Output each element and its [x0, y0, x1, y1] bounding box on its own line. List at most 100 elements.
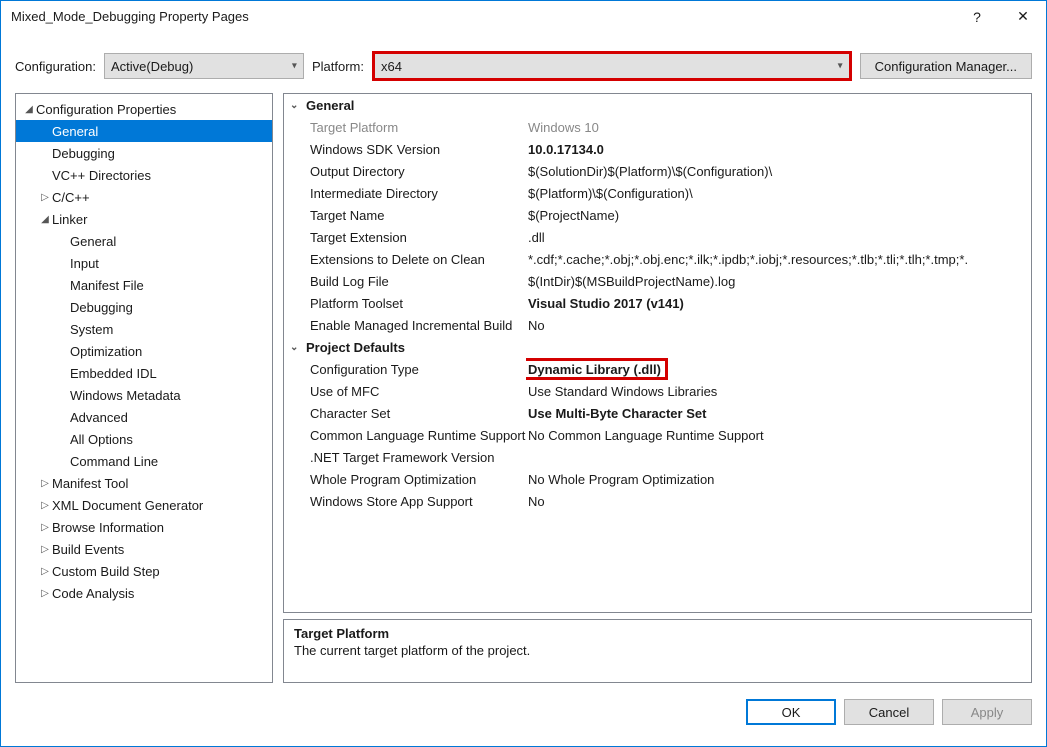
- property-label: Platform Toolset: [284, 296, 526, 311]
- tree-item-label: Embedded IDL: [70, 366, 157, 381]
- tree-item-code-analysis[interactable]: ▷Code Analysis: [16, 582, 272, 604]
- ok-button[interactable]: OK: [746, 699, 836, 725]
- property-row[interactable]: Extensions to Delete on Clean*.cdf;*.cac…: [284, 248, 1031, 270]
- property-value[interactable]: $(ProjectName): [526, 208, 1031, 223]
- window-title: Mixed_Mode_Debugging Property Pages: [11, 9, 954, 24]
- property-row[interactable]: Target Name$(ProjectName): [284, 204, 1031, 226]
- tree-item-xml-document-generator[interactable]: ▷XML Document Generator: [16, 494, 272, 516]
- property-row[interactable]: Intermediate Directory$(Platform)\$(Conf…: [284, 182, 1031, 204]
- tree-item-custom-build-step[interactable]: ▷Custom Build Step: [16, 560, 272, 582]
- main-area: ◢ Configuration Properties General Debugg…: [1, 93, 1046, 693]
- platform-dropdown[interactable]: x64 ▾: [372, 51, 852, 81]
- property-label: Common Language Runtime Support: [284, 428, 526, 443]
- property-row[interactable]: Platform ToolsetVisual Studio 2017 (v141…: [284, 292, 1031, 314]
- apply-button[interactable]: Apply: [942, 699, 1032, 725]
- expand-arrow-icon: ▷: [38, 192, 52, 203]
- property-label: Whole Program Optimization: [284, 472, 526, 487]
- description-panel: Target Platform The current target platf…: [283, 619, 1032, 683]
- configuration-dropdown[interactable]: Active(Debug) ▾: [104, 53, 304, 79]
- config-toolbar: Configuration: Active(Debug) ▾ Platform:…: [1, 33, 1046, 93]
- tree-item-label: Debugging: [70, 300, 133, 315]
- configuration-manager-button[interactable]: Configuration Manager...: [860, 53, 1032, 79]
- tree-item-windows-metadata[interactable]: Windows Metadata: [16, 384, 272, 406]
- tree-item-all-options[interactable]: All Options: [16, 428, 272, 450]
- description-title: Target Platform: [294, 626, 1021, 641]
- collapse-arrow-icon: ◢: [38, 214, 52, 225]
- tree-item-browse-information[interactable]: ▷Browse Information: [16, 516, 272, 538]
- tree-item-linker[interactable]: ◢Linker: [16, 208, 272, 230]
- platform-label: Platform:: [312, 59, 364, 74]
- property-row[interactable]: Windows Store App SupportNo: [284, 490, 1031, 512]
- property-value[interactable]: No: [526, 318, 1031, 333]
- property-value[interactable]: .dll: [526, 230, 1031, 245]
- property-row[interactable]: Output Directory$(SolutionDir)$(Platform…: [284, 160, 1031, 182]
- tree-item-embedded-idl[interactable]: Embedded IDL: [16, 362, 272, 384]
- property-label: Build Log File: [284, 274, 526, 289]
- category-label: Project Defaults: [306, 340, 405, 355]
- property-label: .NET Target Framework Version: [284, 450, 526, 465]
- help-button[interactable]: ?: [954, 1, 1000, 33]
- property-value[interactable]: Use Multi-Byte Character Set: [526, 406, 1031, 421]
- property-row[interactable]: Windows SDK Version10.0.17134.0: [284, 138, 1031, 160]
- property-value[interactable]: $(IntDir)$(MSBuildProjectName).log: [526, 274, 1031, 289]
- property-value[interactable]: *.cdf;*.cache;*.obj;*.obj.enc;*.ilk;*.ip…: [526, 252, 1031, 267]
- property-row[interactable]: Use of MFCUse Standard Windows Libraries: [284, 380, 1031, 402]
- tree-item-label: General: [52, 124, 98, 139]
- property-row[interactable]: Common Language Runtime SupportNo Common…: [284, 424, 1031, 446]
- cancel-button[interactable]: Cancel: [844, 699, 934, 725]
- category-header[interactable]: ⌄Project Defaults: [284, 336, 1031, 358]
- property-value[interactable]: No Common Language Runtime Support: [526, 428, 1031, 443]
- tree-item-label: System: [70, 322, 113, 337]
- tree-item-system[interactable]: System: [16, 318, 272, 340]
- tree-item-manifest-tool[interactable]: ▷Manifest Tool: [16, 472, 272, 494]
- tree-item-label: All Options: [70, 432, 133, 447]
- tree-item-label: VC++ Directories: [52, 168, 151, 183]
- property-value[interactable]: No Whole Program Optimization: [526, 472, 1031, 487]
- property-row[interactable]: Character SetUse Multi-Byte Character Se…: [284, 402, 1031, 424]
- property-row[interactable]: Configuration TypeDynamic Library (.dll): [284, 358, 1031, 380]
- tree-item-build-events[interactable]: ▷Build Events: [16, 538, 272, 560]
- tree-item-label: Advanced: [70, 410, 128, 425]
- chevron-down-icon: ▾: [292, 61, 297, 72]
- expand-arrow-icon: ▷: [38, 566, 52, 577]
- tree-item-debugging[interactable]: Debugging: [16, 296, 272, 318]
- property-label: Target Platform: [284, 120, 526, 135]
- property-value[interactable]: $(SolutionDir)$(Platform)\$(Configuratio…: [526, 164, 1031, 179]
- category-label: General: [306, 98, 354, 113]
- tree-item-debugging[interactable]: Debugging: [16, 142, 272, 164]
- property-row[interactable]: Build Log File$(IntDir)$(MSBuildProjectN…: [284, 270, 1031, 292]
- tree-item-manifest-file[interactable]: Manifest File: [16, 274, 272, 296]
- tree-root[interactable]: ◢ Configuration Properties: [16, 98, 272, 120]
- property-row[interactable]: .NET Target Framework Version: [284, 446, 1031, 468]
- tree-item-label: Manifest File: [70, 278, 144, 293]
- property-value[interactable]: $(Platform)\$(Configuration)\: [526, 186, 1031, 201]
- property-row[interactable]: Target Extension.dll: [284, 226, 1031, 248]
- tree-item-optimization[interactable]: Optimization: [16, 340, 272, 362]
- expand-arrow-icon: ▷: [38, 500, 52, 511]
- category-header[interactable]: ⌄General: [284, 94, 1031, 116]
- property-row[interactable]: Enable Managed Incremental BuildNo: [284, 314, 1031, 336]
- tree-item-advanced[interactable]: Advanced: [16, 406, 272, 428]
- tree-item-command-line[interactable]: Command Line: [16, 450, 272, 472]
- tree-item-general[interactable]: General: [16, 230, 272, 252]
- tree-item-vc-directories[interactable]: VC++ Directories: [16, 164, 272, 186]
- tree-item-general[interactable]: General: [16, 120, 272, 142]
- property-value[interactable]: Dynamic Library (.dll): [526, 358, 1031, 380]
- property-grid[interactable]: ⌄GeneralTarget PlatformWindows 10Windows…: [283, 93, 1032, 613]
- property-label: Intermediate Directory: [284, 186, 526, 201]
- property-value[interactable]: Windows 10: [526, 120, 1031, 135]
- tree-item-c-c-[interactable]: ▷C/C++: [16, 186, 272, 208]
- tree-item-input[interactable]: Input: [16, 252, 272, 274]
- property-value[interactable]: Visual Studio 2017 (v141): [526, 296, 1031, 311]
- expand-arrow-icon: ▷: [38, 522, 52, 533]
- property-row[interactable]: Target PlatformWindows 10: [284, 116, 1031, 138]
- property-label: Character Set: [284, 406, 526, 421]
- close-button[interactable]: ✕: [1000, 1, 1046, 33]
- tree-item-label: Windows Metadata: [70, 388, 181, 403]
- property-row[interactable]: Whole Program OptimizationNo Whole Progr…: [284, 468, 1031, 490]
- property-value[interactable]: No: [526, 494, 1031, 509]
- tree-pane[interactable]: ◢ Configuration Properties General Debugg…: [15, 93, 273, 683]
- property-value[interactable]: Use Standard Windows Libraries: [526, 384, 1031, 399]
- tree-item-label: Code Analysis: [52, 586, 134, 601]
- property-value[interactable]: 10.0.17134.0: [526, 142, 1031, 157]
